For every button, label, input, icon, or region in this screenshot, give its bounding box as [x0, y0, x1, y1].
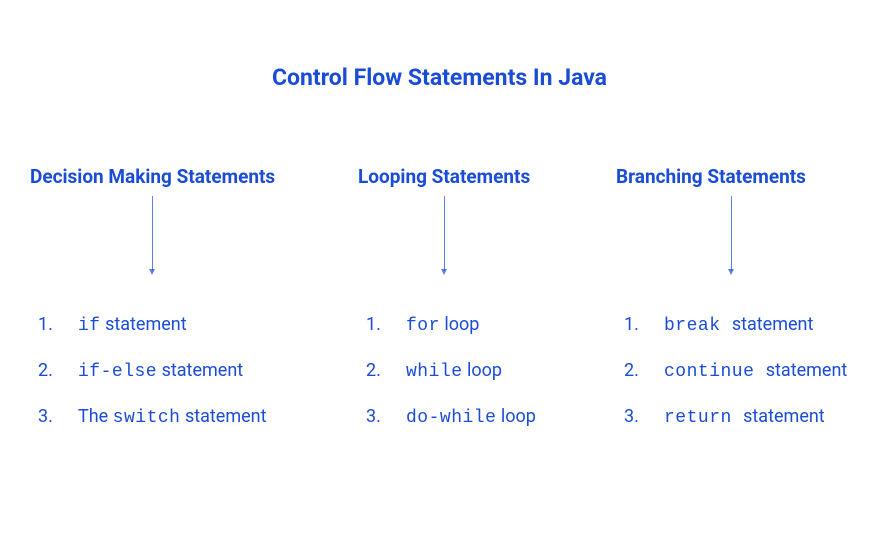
item-text: if statement	[78, 314, 187, 336]
item-text: return statement	[664, 406, 825, 428]
list-item: 2. if-else statement	[38, 360, 358, 382]
item-text: continue statement	[664, 360, 847, 382]
statement-list: 1. break statement 2. continue statement…	[616, 314, 849, 452]
column-branching: Branching Statements 1. break statement …	[616, 165, 849, 452]
item-text: for loop	[406, 314, 479, 336]
item-text: The switch statement	[78, 406, 267, 428]
list-item: 3. The switch statement	[38, 406, 358, 428]
list-item: 2. while loop	[366, 360, 616, 382]
item-number: 2.	[624, 360, 664, 381]
column-looping: Looping Statements 1. for loop 2. while …	[358, 165, 616, 452]
page-title: Control Flow Statements In Java	[272, 64, 607, 91]
list-item: 2. continue statement	[624, 360, 849, 382]
column-decision-making: Decision Making Statements 1. if stateme…	[30, 165, 358, 452]
list-item: 1. for loop	[366, 314, 616, 336]
item-number: 1.	[38, 314, 78, 335]
arrow-down-icon	[616, 196, 849, 296]
item-number: 3.	[366, 406, 406, 427]
item-number: 3.	[38, 406, 78, 427]
list-item: 1. if statement	[38, 314, 358, 336]
item-text: break statement	[664, 314, 813, 336]
item-text: if-else statement	[78, 360, 243, 382]
list-item: 3. return statement	[624, 406, 849, 428]
columns-container: Decision Making Statements 1. if stateme…	[30, 165, 849, 452]
item-text: while loop	[406, 360, 502, 382]
item-number: 1.	[624, 314, 664, 335]
item-number: 1.	[366, 314, 406, 335]
item-text: do-while loop	[406, 406, 536, 428]
item-number: 2.	[38, 360, 78, 381]
list-item: 1. break statement	[624, 314, 849, 336]
category-header: Branching Statements	[616, 165, 849, 188]
statement-list: 1. if statement 2. if-else statement 3. …	[30, 314, 358, 452]
list-item: 3. do-while loop	[366, 406, 616, 428]
item-number: 2.	[366, 360, 406, 381]
category-header: Decision Making Statements	[30, 165, 358, 188]
arrow-down-icon	[358, 196, 616, 296]
category-header: Looping Statements	[358, 165, 616, 188]
item-number: 3.	[624, 406, 664, 427]
arrow-down-icon	[30, 196, 358, 296]
statement-list: 1. for loop 2. while loop 3. do-while lo…	[358, 314, 616, 452]
